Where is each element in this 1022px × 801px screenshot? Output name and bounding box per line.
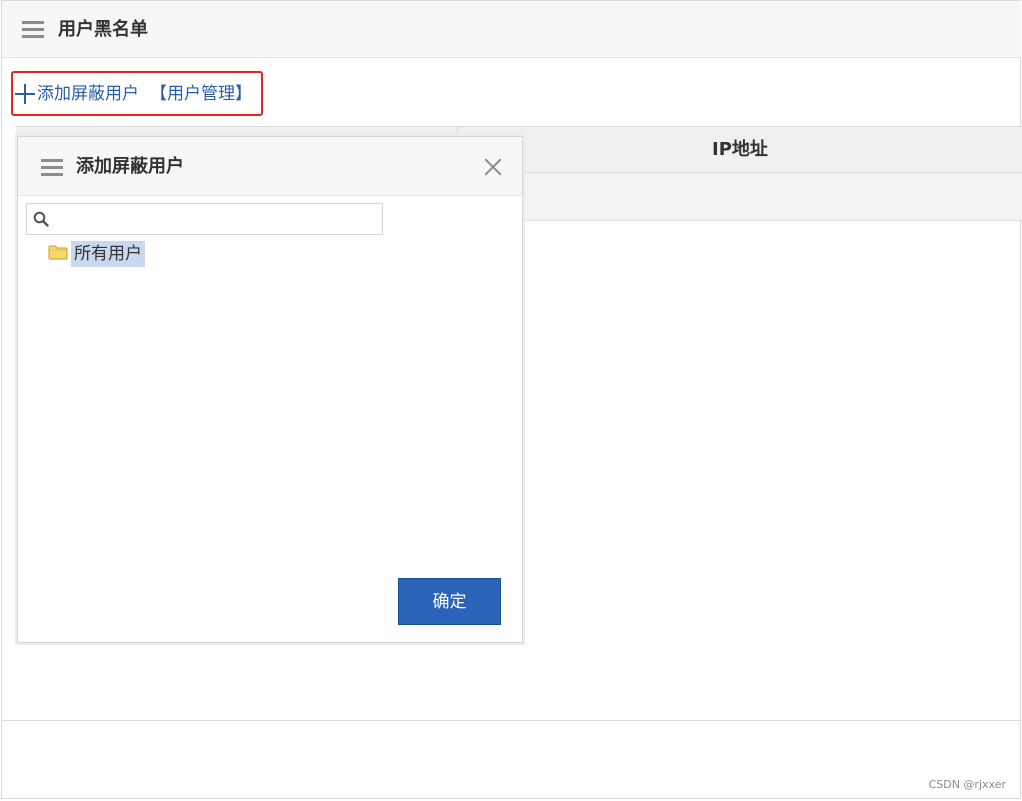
search-icon bbox=[33, 211, 49, 227]
confirm-button[interactable]: 确定 bbox=[398, 578, 501, 625]
dialog-title: 添加屏蔽用户 bbox=[76, 156, 184, 177]
page-header: 用户黑名单 bbox=[2, 1, 1021, 58]
user-management-link[interactable]: 【用户管理】 bbox=[150, 82, 252, 106]
tree-node-label[interactable]: 所有用户 bbox=[71, 241, 145, 267]
search-box[interactable] bbox=[26, 203, 383, 235]
dialog-header: 添加屏蔽用户 bbox=[18, 137, 522, 196]
column-header-ip[interactable]: IP地址 bbox=[458, 127, 1022, 172]
folder-icon bbox=[48, 245, 68, 260]
menu-icon[interactable] bbox=[22, 21, 44, 39]
add-blocked-user-link[interactable]: 添加屏蔽用户 bbox=[37, 82, 139, 106]
close-icon[interactable] bbox=[483, 157, 503, 177]
plus-icon[interactable] bbox=[15, 84, 35, 104]
add-blocked-user-dialog: 添加屏蔽用户 所有用户 确定 bbox=[17, 136, 523, 643]
footer-divider bbox=[2, 720, 1021, 721]
page-title: 用户黑名单 bbox=[58, 19, 148, 40]
watermark: CSDN @rjxxer bbox=[928, 778, 1006, 791]
search-input[interactable] bbox=[55, 204, 380, 234]
menu-icon bbox=[41, 159, 63, 177]
